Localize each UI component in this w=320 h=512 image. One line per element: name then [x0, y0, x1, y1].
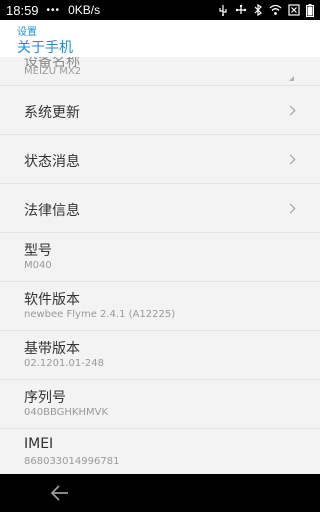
- wifi-icon: [269, 4, 282, 16]
- navigation-bar: [0, 474, 320, 512]
- list-item-imei: IMEI 868033014996781: [0, 429, 320, 474]
- chevron-right-icon: [285, 203, 296, 214]
- list-item-software-version: 软件版本 newbee Flyme 2.4.1 (A12225): [0, 282, 320, 331]
- imei-value: 868033014996781: [24, 456, 120, 467]
- model-value: M040: [24, 260, 52, 271]
- serial-number-label: 序列号: [24, 390, 66, 406]
- imei-label: IMEI: [24, 436, 54, 452]
- status-time: 18:59: [6, 2, 39, 18]
- list-item-serial-number: 序列号 040BBGHKHMVK: [0, 380, 320, 429]
- legal-label: 法律信息: [24, 203, 80, 219]
- serial-number-value: 040BBGHKHMVK: [24, 407, 109, 418]
- list-item-status[interactable]: 状态消息: [0, 135, 320, 184]
- status-bar: 18:59 ••• 0KB/s: [0, 0, 320, 20]
- notification-dots: •••: [46, 4, 61, 16]
- page-title: 关于手机: [17, 40, 73, 56]
- chevron-right-icon: [285, 154, 296, 165]
- bluetooth-icon: [253, 4, 263, 16]
- battery-icon: [306, 3, 314, 17]
- status-label: 状态消息: [24, 154, 80, 170]
- settings-list[interactable]: 设备名称 MEIZU MX2 系统更新 状态消息 法律信息 型号 M040 软件…: [0, 57, 320, 474]
- device-name-value: MEIZU MX2: [24, 66, 82, 77]
- baseband-version-value: 02.1201.01-248: [24, 358, 104, 369]
- dropdown-corner-icon: [289, 76, 294, 81]
- network-speed: 0KB/s: [68, 3, 101, 17]
- breadcrumb[interactable]: 设置: [17, 23, 37, 38]
- software-version-label: 软件版本: [24, 292, 80, 308]
- status-icons: [217, 3, 314, 17]
- list-item-model: 型号 M040: [0, 233, 320, 282]
- usb-icon: [217, 4, 229, 16]
- software-version-value: newbee Flyme 2.4.1 (A12225): [24, 309, 176, 320]
- list-item-baseband-version: 基带版本 02.1201.01-248: [0, 331, 320, 380]
- no-sim-icon: [288, 4, 300, 16]
- model-label: 型号: [24, 243, 52, 259]
- chevron-right-icon: [285, 105, 296, 116]
- baseband-version-label: 基带版本: [24, 341, 80, 357]
- back-arrow-icon[interactable]: [50, 484, 70, 502]
- list-item-system-update[interactable]: 系统更新: [0, 86, 320, 135]
- list-item-device-name[interactable]: 设备名称 MEIZU MX2: [0, 57, 320, 86]
- list-item-legal[interactable]: 法律信息: [0, 184, 320, 233]
- system-update-label: 系统更新: [24, 105, 80, 121]
- action-bar: 设置 关于手机: [0, 20, 320, 57]
- network-share-icon: [235, 4, 247, 16]
